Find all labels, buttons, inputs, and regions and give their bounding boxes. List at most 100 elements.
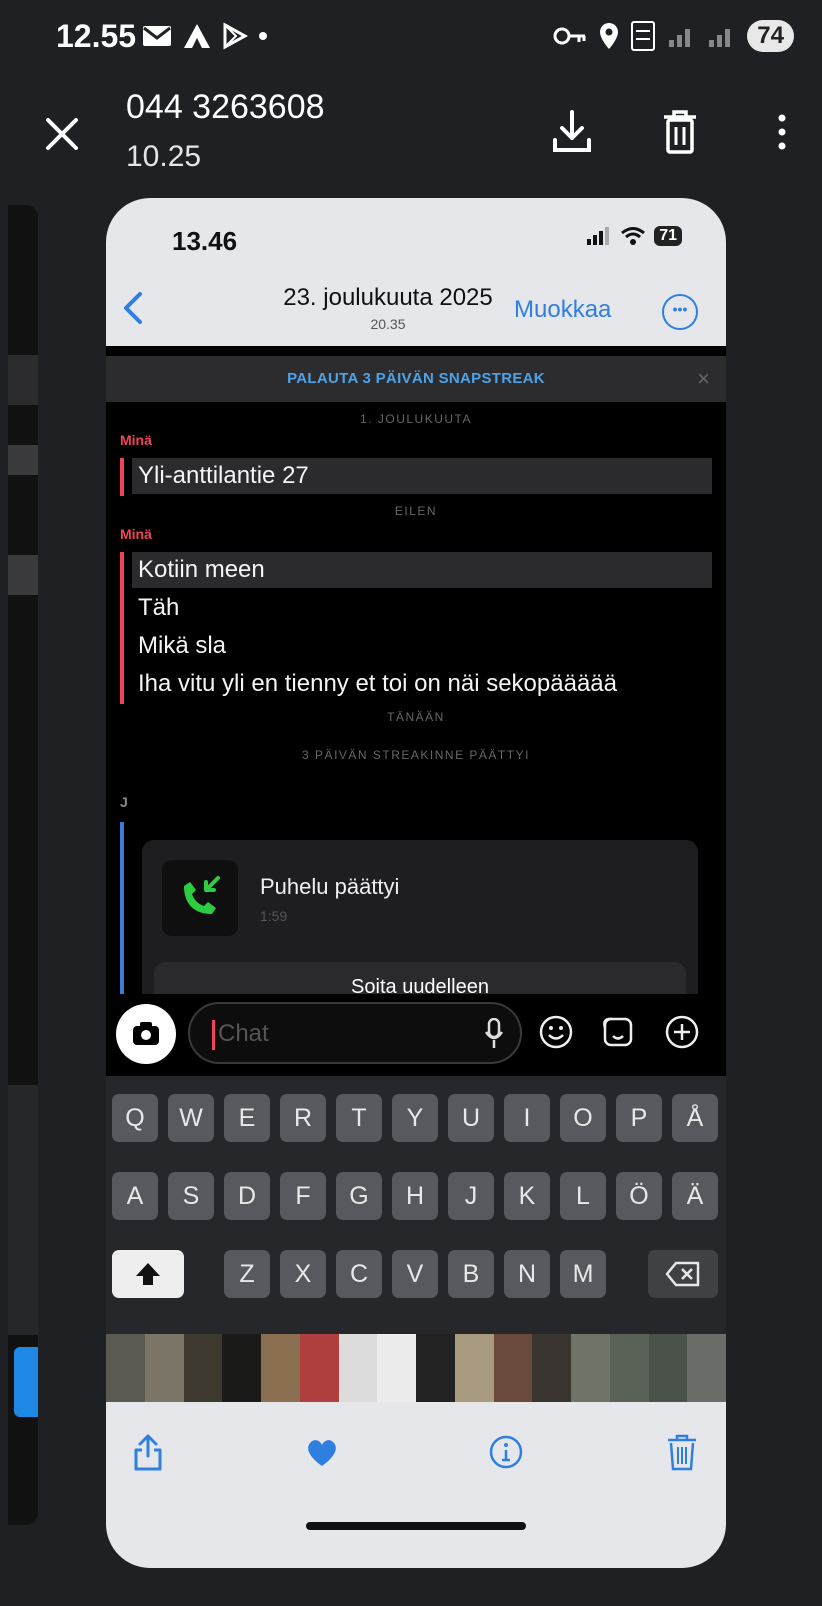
close-icon[interactable] bbox=[40, 112, 84, 156]
more-options-icon[interactable] bbox=[770, 108, 794, 156]
screenshot-image: 13.46 71 23. joulukuuta 2025 20.35 Muokk… bbox=[106, 198, 726, 1568]
key[interactable]: Q bbox=[112, 1094, 158, 1142]
status-system-icons: 74 bbox=[553, 20, 794, 52]
camera-icon bbox=[133, 1022, 159, 1045]
emoji-icon[interactable] bbox=[538, 1014, 574, 1050]
streak-banner[interactable]: PALAUTA 3 PÄIVÄN SNAPSTREAK × bbox=[106, 356, 726, 402]
heart-icon[interactable] bbox=[304, 1432, 340, 1472]
chat-input[interactable]: Chat bbox=[188, 1002, 522, 1064]
previous-image-peek[interactable] bbox=[8, 205, 38, 1525]
key[interactable]: A bbox=[112, 1172, 158, 1220]
shift-arrow-icon bbox=[136, 1263, 160, 1285]
key[interactable]: Z bbox=[224, 1250, 270, 1298]
chevron-left-icon[interactable] bbox=[118, 288, 148, 328]
photo-thumbnail[interactable] bbox=[222, 1334, 261, 1402]
call-icon-box bbox=[162, 860, 238, 936]
ios-header: 13.46 71 23. joulukuuta 2025 20.35 Muokk… bbox=[106, 198, 726, 346]
microphone-icon[interactable] bbox=[484, 1018, 504, 1050]
photo-thumbnail[interactable] bbox=[687, 1334, 726, 1402]
key[interactable]: W bbox=[168, 1094, 214, 1142]
streak-banner-text: PALAUTA 3 PÄIVÄN SNAPSTREAK bbox=[287, 370, 545, 387]
key[interactable]: G bbox=[336, 1172, 382, 1220]
key[interactable]: Y bbox=[392, 1094, 438, 1142]
key[interactable]: N bbox=[504, 1250, 550, 1298]
chat-message: Iha vitu yli en tienny et toi on näi sek… bbox=[138, 670, 617, 697]
key[interactable]: K bbox=[504, 1172, 550, 1220]
chat-message: Mikä sla bbox=[138, 632, 227, 659]
streak-ended-notice: 3 PÄIVÄN STREAKINNE PÄÄTTYI bbox=[302, 748, 530, 762]
key[interactable]: C bbox=[336, 1250, 382, 1298]
key[interactable]: F bbox=[280, 1172, 326, 1220]
key[interactable]: D bbox=[224, 1172, 270, 1220]
key[interactable]: J bbox=[448, 1172, 494, 1220]
thread-line bbox=[120, 822, 124, 996]
phone-callback-icon bbox=[184, 876, 220, 914]
date-separator: EILEN bbox=[394, 504, 438, 518]
share-icon[interactable] bbox=[130, 1432, 166, 1472]
photo-thumbnail[interactable] bbox=[106, 1334, 145, 1402]
chat-message: Kotiin meen bbox=[132, 552, 712, 588]
photo-thumbnail-strip[interactable] bbox=[106, 1334, 726, 1402]
photo-thumbnail[interactable] bbox=[454, 1334, 494, 1402]
key[interactable]: M bbox=[560, 1250, 606, 1298]
photo-thumbnail[interactable] bbox=[416, 1334, 455, 1402]
plus-icon[interactable] bbox=[664, 1014, 700, 1050]
photo-thumbnail[interactable] bbox=[571, 1334, 610, 1402]
photo-thumbnail[interactable] bbox=[648, 1334, 688, 1402]
photo-thumbnail[interactable] bbox=[377, 1334, 416, 1402]
camera-button[interactable] bbox=[116, 1004, 176, 1064]
backspace-key[interactable] bbox=[648, 1250, 718, 1298]
shift-key[interactable] bbox=[112, 1250, 184, 1298]
photo-thumbnail[interactable] bbox=[493, 1334, 533, 1402]
info-icon[interactable] bbox=[488, 1432, 524, 1472]
sticker-icon[interactable] bbox=[600, 1014, 636, 1050]
android-status-bar: 12.55 74 bbox=[0, 0, 822, 78]
date-separator: TÄNÄÄN bbox=[387, 710, 445, 724]
call-title: Puhelu päättyi bbox=[260, 874, 400, 899]
key[interactable]: I bbox=[504, 1094, 550, 1142]
photo-thumbnail[interactable] bbox=[609, 1334, 649, 1402]
status-time: 12.55 bbox=[56, 18, 137, 54]
trash-icon[interactable] bbox=[664, 1432, 700, 1472]
photo-thumbnail[interactable] bbox=[183, 1334, 223, 1402]
download-icon[interactable] bbox=[550, 108, 594, 156]
play-store-icon bbox=[223, 22, 248, 50]
date-separator: 1. JOULUKUUTA bbox=[360, 412, 472, 426]
photo-time: 20.35 bbox=[370, 316, 406, 332]
key[interactable]: O bbox=[560, 1094, 606, 1142]
ios-photos-toolbar bbox=[106, 1402, 726, 1568]
battery-indicator: 74 bbox=[747, 20, 794, 52]
photo-date: 23. joulukuuta 2025 bbox=[283, 284, 493, 311]
photo-thumbnail[interactable] bbox=[261, 1334, 300, 1402]
peek-blue-button bbox=[14, 1347, 38, 1417]
ellipsis-icon[interactable]: ••• bbox=[662, 294, 698, 330]
key[interactable]: E bbox=[224, 1094, 270, 1142]
key[interactable]: R bbox=[280, 1094, 326, 1142]
signal-icon-1 bbox=[669, 29, 691, 47]
edit-button[interactable]: Muokkaa bbox=[514, 296, 611, 324]
sender-label: J bbox=[120, 794, 128, 810]
photo-thumbnail[interactable] bbox=[299, 1334, 339, 1402]
photo-thumbnail[interactable] bbox=[532, 1334, 571, 1402]
photo-thumbnail[interactable] bbox=[144, 1334, 184, 1402]
photo-thumbnail[interactable] bbox=[338, 1334, 378, 1402]
key[interactable]: Å bbox=[672, 1094, 718, 1142]
key[interactable]: T bbox=[336, 1094, 382, 1142]
sender-label: Minä bbox=[120, 432, 152, 448]
key[interactable]: U bbox=[448, 1094, 494, 1142]
key[interactable]: P bbox=[616, 1094, 662, 1142]
key[interactable]: H bbox=[392, 1172, 438, 1220]
key[interactable]: X bbox=[280, 1250, 326, 1298]
key[interactable]: L bbox=[560, 1172, 606, 1220]
key[interactable]: S bbox=[168, 1172, 214, 1220]
thread-line bbox=[120, 552, 124, 704]
key[interactable]: V bbox=[392, 1250, 438, 1298]
ios-battery: 71 bbox=[654, 226, 682, 246]
key[interactable]: B bbox=[448, 1250, 494, 1298]
chat-message: Täh bbox=[138, 594, 180, 621]
trash-icon[interactable] bbox=[660, 108, 700, 156]
key[interactable]: Ö bbox=[616, 1172, 662, 1220]
chat-placeholder: Chat bbox=[218, 1020, 269, 1047]
key[interactable]: Ä bbox=[672, 1172, 718, 1220]
close-icon[interactable]: × bbox=[697, 366, 710, 392]
